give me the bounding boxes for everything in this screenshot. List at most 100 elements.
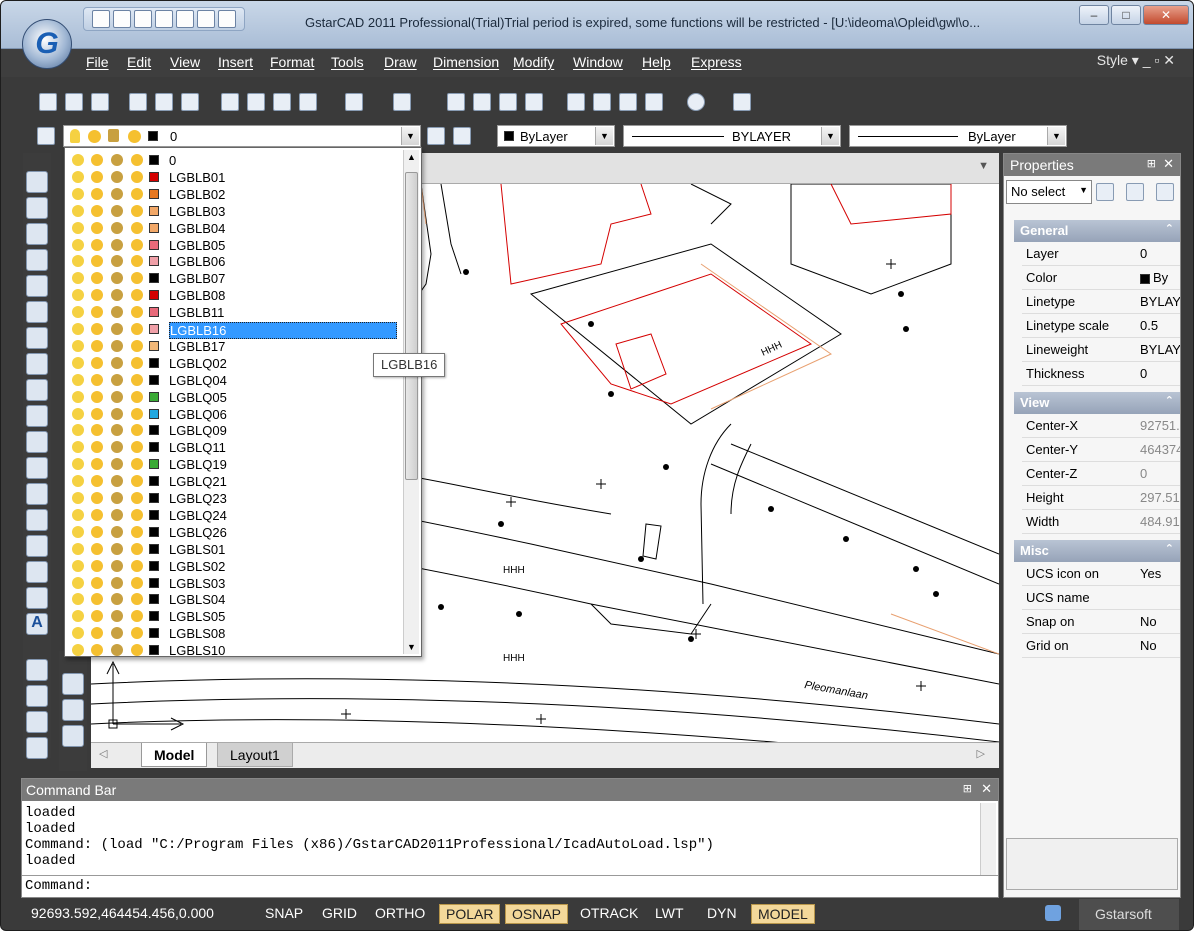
layer-viewport-freeze-icon[interactable] bbox=[131, 424, 143, 437]
layer-viewport-freeze-icon[interactable] bbox=[131, 559, 143, 572]
command-prompt[interactable]: Command: bbox=[25, 878, 92, 894]
tab-model[interactable]: Model bbox=[141, 743, 208, 767]
layer-on-icon[interactable] bbox=[72, 306, 84, 319]
property-row[interactable]: UCS icon on Yes bbox=[1022, 562, 1180, 586]
chevron-down-icon[interactable]: ▼ bbox=[595, 127, 613, 145]
layer-on-icon[interactable] bbox=[72, 356, 84, 369]
layer-thaw-icon[interactable] bbox=[91, 204, 103, 217]
layer-on-icon[interactable] bbox=[72, 373, 84, 386]
menu-edit[interactable]: Edit bbox=[127, 54, 151, 70]
layer-lock-icon[interactable] bbox=[111, 204, 123, 217]
layer-thaw-icon[interactable] bbox=[91, 154, 103, 166]
property-row[interactable]: Layer 0 bbox=[1022, 242, 1180, 266]
layer-list-item[interactable]: LGBLB02 bbox=[65, 186, 403, 203]
new-file-icon[interactable] bbox=[92, 10, 110, 28]
layer-thaw-icon[interactable] bbox=[91, 306, 103, 319]
layer-viewport-freeze-icon[interactable] bbox=[131, 255, 143, 268]
layer-lock-icon[interactable] bbox=[111, 424, 123, 437]
layer-thaw-icon[interactable] bbox=[91, 373, 103, 386]
layer-on-icon[interactable] bbox=[72, 407, 84, 420]
match-properties-icon[interactable] bbox=[299, 93, 317, 111]
property-row[interactable]: UCS name bbox=[1022, 586, 1180, 610]
select-objects-icon[interactable] bbox=[1126, 183, 1144, 201]
layer-on-icon[interactable] bbox=[72, 441, 84, 454]
layer-thaw-icon[interactable] bbox=[91, 576, 103, 589]
layer-thaw-icon[interactable] bbox=[91, 407, 103, 420]
layer-list-item[interactable]: LGBLQ19 bbox=[65, 456, 403, 473]
layer-lock-icon[interactable] bbox=[111, 644, 123, 657]
property-row[interactable]: Lineweight BYLAY bbox=[1022, 338, 1180, 362]
layer-viewport-freeze-icon[interactable] bbox=[131, 154, 143, 166]
layer-lock-icon[interactable] bbox=[111, 306, 123, 319]
section-general[interactable]: General ⌃ bbox=[1014, 220, 1180, 242]
layer-thaw-icon[interactable] bbox=[91, 424, 103, 437]
preview-icon[interactable] bbox=[197, 10, 215, 28]
layer-list-item[interactable]: LGBLB08 bbox=[65, 287, 403, 304]
layer-list-item[interactable]: LGBLQ02 bbox=[65, 355, 403, 372]
layer-lock-icon[interactable] bbox=[111, 627, 123, 640]
layer-lock-icon[interactable] bbox=[111, 272, 123, 285]
layer-on-icon[interactable] bbox=[72, 475, 84, 488]
layer-list-item[interactable]: LGBLS04 bbox=[65, 591, 403, 608]
layer-viewport-freeze-icon[interactable] bbox=[131, 323, 143, 335]
zoom-realtime-icon[interactable] bbox=[473, 93, 491, 111]
toggle-pickadd-icon[interactable] bbox=[1096, 183, 1114, 201]
model-toggle[interactable]: MODEL bbox=[751, 904, 815, 924]
layer-viewport-freeze-icon[interactable] bbox=[131, 542, 143, 555]
layer-viewport-freeze-icon[interactable] bbox=[131, 170, 143, 183]
layer-lock-icon[interactable] bbox=[111, 238, 123, 251]
layer-list-item[interactable]: LGBLQ24 bbox=[65, 507, 403, 524]
layer-thaw-icon[interactable] bbox=[91, 238, 103, 251]
layer-on-icon[interactable] bbox=[72, 221, 84, 234]
layer-lock-icon[interactable] bbox=[111, 576, 123, 589]
layer-on-icon[interactable] bbox=[72, 542, 84, 555]
layer-list-item[interactable]: LGBLB03 bbox=[65, 203, 403, 220]
rectangle-icon[interactable] bbox=[26, 275, 48, 297]
table-icon[interactable] bbox=[26, 587, 48, 609]
color-combo[interactable]: ByLayer ▼ bbox=[497, 125, 615, 147]
region-icon[interactable] bbox=[26, 561, 48, 583]
layer-lock-icon[interactable] bbox=[111, 170, 123, 183]
dyn-toggle[interactable]: DYN bbox=[701, 904, 743, 924]
layer-list-item[interactable]: LGBLQ06 bbox=[65, 406, 403, 423]
layer-lock-icon[interactable] bbox=[111, 289, 123, 302]
spline-icon[interactable] bbox=[26, 379, 48, 401]
print-preview-icon[interactable] bbox=[155, 93, 173, 111]
property-row[interactable]: Grid on No bbox=[1022, 634, 1180, 658]
layer-on-icon[interactable] bbox=[72, 289, 84, 302]
layer-viewport-freeze-icon[interactable] bbox=[131, 627, 143, 640]
layer-list-item[interactable]: LGBLS05 bbox=[65, 608, 403, 625]
layer-on-icon[interactable] bbox=[72, 154, 84, 166]
zoom-window-icon[interactable] bbox=[499, 93, 517, 111]
layer-thaw-icon[interactable] bbox=[91, 542, 103, 555]
property-row[interactable]: Center-Y 464374 bbox=[1022, 438, 1180, 462]
layer-viewport-freeze-icon[interactable] bbox=[131, 576, 143, 589]
lwt-toggle[interactable]: LWT bbox=[649, 904, 690, 924]
chevron-down-icon[interactable]: ▼ bbox=[1047, 127, 1065, 145]
ortho-toggle[interactable]: ORTHO bbox=[369, 904, 431, 924]
collapse-icon[interactable]: ⌃ bbox=[1165, 222, 1174, 235]
undo-icon[interactable] bbox=[345, 93, 363, 111]
layer-lock-icon[interactable] bbox=[111, 441, 123, 454]
layer-lock-icon[interactable] bbox=[111, 525, 123, 538]
layer-list-item[interactable]: LGBLQ05 bbox=[65, 389, 403, 406]
layer-list-item[interactable]: LGBLS10 bbox=[65, 642, 403, 659]
layer-viewport-freeze-icon[interactable] bbox=[131, 339, 143, 352]
layer-on-icon[interactable] bbox=[72, 238, 84, 251]
layer-manager-icon[interactable] bbox=[37, 127, 55, 145]
layer-thaw-icon[interactable] bbox=[91, 627, 103, 640]
property-row[interactable]: Height 297.51 bbox=[1022, 486, 1180, 510]
paste-icon[interactable] bbox=[273, 93, 291, 111]
tab-scroll-right-icon[interactable]: ▷ bbox=[977, 747, 985, 760]
collapse-icon[interactable]: ⌃ bbox=[1165, 394, 1174, 407]
pan-icon[interactable] bbox=[447, 93, 465, 111]
layer-thaw-icon[interactable] bbox=[91, 458, 103, 471]
layer-lock-icon[interactable] bbox=[111, 390, 123, 403]
layer-list-item[interactable]: LGBLQ26 bbox=[65, 524, 403, 541]
insert-block-icon[interactable] bbox=[26, 457, 48, 479]
layer-viewport-freeze-icon[interactable] bbox=[131, 238, 143, 251]
arc-icon[interactable] bbox=[26, 301, 48, 323]
tool-palette-icon[interactable] bbox=[593, 93, 611, 111]
layer-viewport-freeze-icon[interactable] bbox=[131, 441, 143, 454]
layer-lock-icon[interactable] bbox=[111, 339, 123, 352]
